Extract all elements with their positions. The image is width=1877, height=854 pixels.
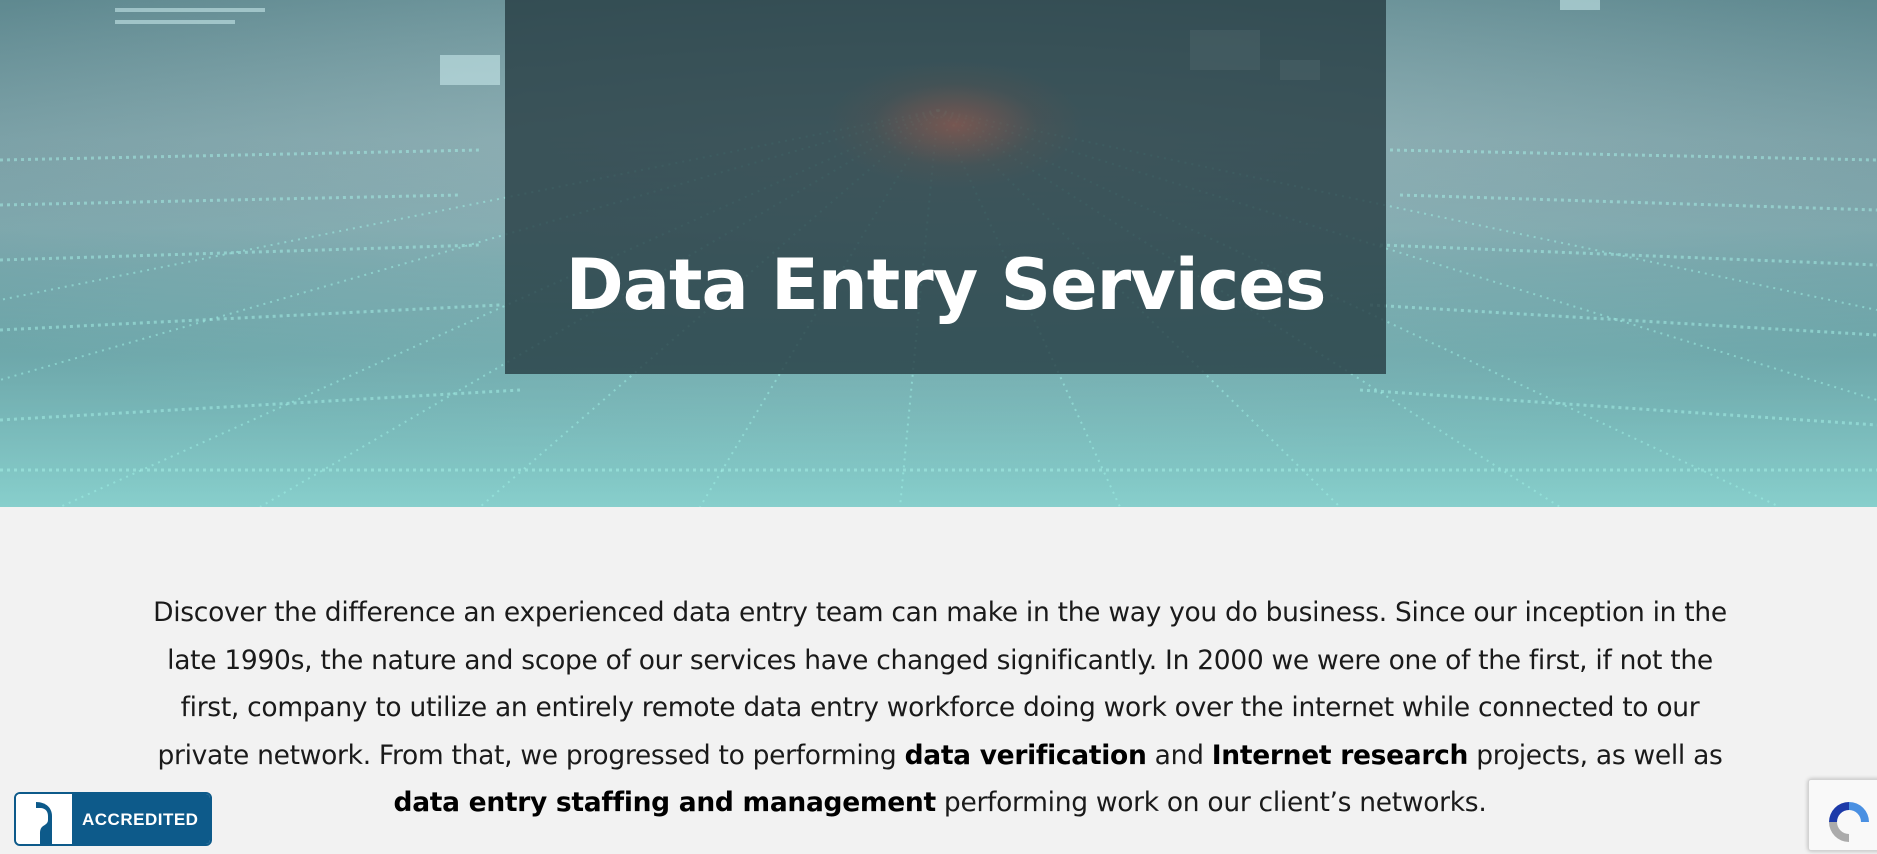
intro-text-4: performing work on our client’s networks… xyxy=(935,787,1487,818)
recaptcha-icon xyxy=(1829,802,1869,842)
data-entry-staffing-link[interactable]: data entry staffing and management xyxy=(394,787,937,818)
data-verification-link[interactable]: data verification xyxy=(905,740,1147,771)
hero-glow xyxy=(825,60,1085,190)
hero-banner: Data Entry Services xyxy=(0,0,1877,507)
bbb-accredited-label: ACCREDITED xyxy=(82,810,199,829)
intro-text-2: and xyxy=(1146,739,1212,771)
recaptcha-badge[interactable] xyxy=(1808,779,1877,851)
intro-paragraph: Discover the difference an experienced d… xyxy=(135,589,1745,827)
intro-text-3: projects, as well as xyxy=(1468,739,1723,771)
internet-research-link[interactable]: Internet research xyxy=(1212,740,1469,771)
bbb-torch-icon xyxy=(16,794,72,844)
bbb-accredited-badge[interactable]: ACCREDITED xyxy=(14,792,212,846)
page-title: Data Entry Services xyxy=(565,244,1327,326)
hero-title-box: Data Entry Services xyxy=(505,0,1386,374)
